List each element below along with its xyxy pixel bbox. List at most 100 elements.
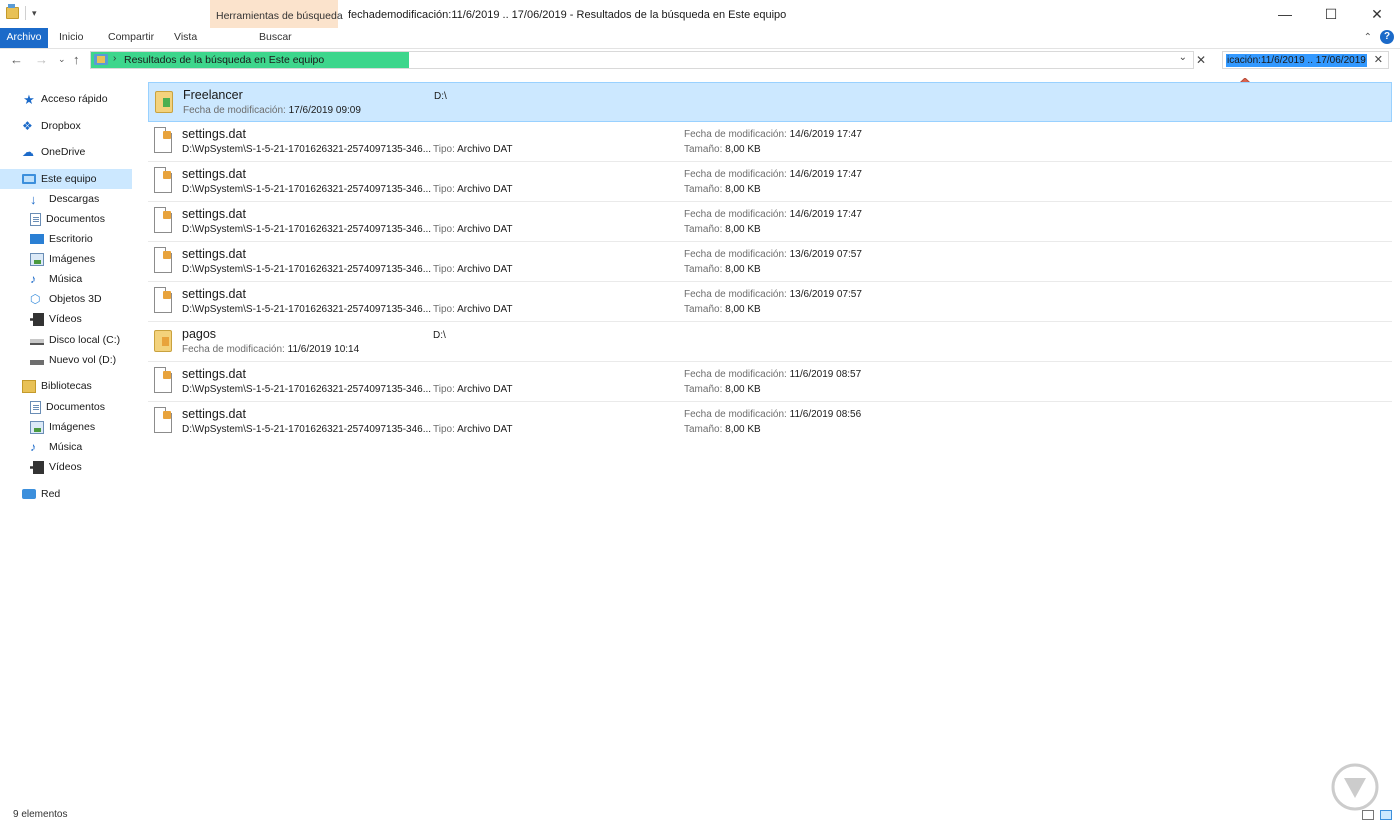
sidebar-item-documentos[interactable]: Documentos (0, 209, 132, 229)
sidebar-item-lib-videos[interactable]: Vídeos (0, 457, 132, 477)
sidebar-item-videos[interactable]: Vídeos (0, 309, 132, 329)
sidebar-item-descargas[interactable]: ↓ Descargas (0, 189, 132, 209)
sidebar-item-lib-imagenes[interactable]: Imágenes (0, 417, 132, 437)
sidebar-item-label: Vídeos (49, 313, 82, 325)
sidebar-item-lib-musica[interactable]: ♪ Música (0, 437, 132, 457)
sidebar-item-dropbox[interactable]: ❖ Dropbox (0, 116, 132, 136)
list-item[interactable]: settings.dat D:\WpSystem\S-1-5-21-170162… (148, 162, 1392, 202)
item-type: Tipo: Archivo DAT (433, 144, 513, 155)
list-item[interactable]: settings.dat D:\WpSystem\S-1-5-21-170162… (148, 362, 1392, 402)
breadcrumb[interactable]: Resultados de la búsqueda en Este equipo (124, 54, 324, 66)
item-name: settings.dat (182, 287, 246, 301)
forward-arrow-icon[interactable]: → (35, 52, 48, 67)
sidebar-item-label: OneDrive (41, 146, 86, 158)
address-bar[interactable]: › Resultados de la búsqueda en Este equi… (90, 51, 1194, 69)
large-icons-view-icon[interactable] (1380, 810, 1392, 820)
item-modified: Fecha de modificación: 14/6/2019 17:47 (684, 169, 862, 180)
item-location: D:\ (433, 330, 446, 341)
sidebar-item-label: Este equipo (41, 173, 97, 185)
sidebar-item-bibliotecas[interactable]: Bibliotecas (0, 376, 132, 396)
item-size: Tamaño: 8,00 KB (684, 264, 761, 275)
list-item[interactable]: settings.dat D:\WpSystem\S-1-5-21-170162… (148, 402, 1392, 442)
sidebar-item-label: Documentos (46, 401, 105, 413)
minimize-button[interactable]: — (1262, 0, 1308, 28)
ribbon-tabs: Archivo Inicio Compartir Vista Buscar ⌃ … (0, 28, 1400, 48)
collapse-ribbon-icon[interactable]: ⌃ (1364, 32, 1372, 43)
sidebar-item-red[interactable]: Red (0, 484, 132, 504)
back-arrow-icon[interactable]: ← (10, 52, 23, 67)
item-path: D:\WpSystem\S-1-5-21-1701626321-25740971… (182, 384, 432, 395)
item-type: Tipo: Archivo DAT (433, 304, 513, 315)
folder-icon[interactable] (6, 4, 19, 19)
item-name: Freelancer (183, 88, 243, 102)
dropbox-icon: ❖ (22, 118, 33, 133)
sidebar-item-objetos-3d[interactable]: ⬡ Objetos 3D (0, 289, 132, 309)
tab-vista[interactable]: Vista (174, 28, 197, 48)
sidebar-item-onedrive[interactable]: ☁ OneDrive (0, 142, 132, 162)
item-type: Tipo: Archivo DAT (433, 264, 513, 275)
sidebar-item-este-equipo[interactable]: Este equipo (0, 169, 132, 189)
computer-icon (22, 174, 36, 184)
item-path: D:\WpSystem\S-1-5-21-1701626321-25740971… (182, 424, 432, 435)
item-name: settings.dat (182, 127, 246, 141)
item-modified: Fecha de modificación: 14/6/2019 17:47 (684, 209, 862, 220)
music-icon: ♪ (30, 439, 36, 454)
recent-locations-icon[interactable]: ⌄ (58, 54, 66, 65)
up-arrow-icon[interactable]: ↑ (73, 52, 80, 67)
item-name: settings.dat (182, 247, 246, 261)
list-item[interactable]: settings.dat D:\WpSystem\S-1-5-21-170162… (148, 242, 1392, 282)
list-item[interactable]: settings.dat D:\WpSystem\S-1-5-21-170162… (148, 202, 1392, 242)
sidebar-item-disco-local-c[interactable]: Disco local (C:) (0, 330, 132, 350)
list-item[interactable]: Freelancer Fecha de modificación: 17/6/2… (148, 82, 1392, 122)
stop-search-icon[interactable]: ✕ (1196, 53, 1206, 67)
desktop-icon (30, 234, 44, 244)
sidebar-item-label: Objetos 3D (49, 293, 102, 305)
folder-icon (154, 330, 172, 352)
navigation-bar: ← → ⌄ ↑ › Resultados de la búsqueda en E… (0, 49, 1400, 73)
tab-inicio[interactable]: Inicio (59, 28, 84, 48)
sidebar-item-acceso-rapido[interactable]: ★ Acceso rápido (0, 89, 132, 109)
tab-compartir[interactable]: Compartir (108, 28, 154, 48)
sidebar-item-label: Música (49, 273, 83, 285)
item-modified: Fecha de modificación: 13/6/2019 07:57 (684, 289, 862, 300)
sidebar-item-imagenes[interactable]: Imágenes (0, 249, 132, 269)
dat-file-icon (154, 207, 172, 233)
list-item[interactable]: settings.dat D:\WpSystem\S-1-5-21-170162… (148, 282, 1392, 322)
status-bar: 9 elementos (0, 806, 1400, 824)
window-title: fechademodificación:11/6/2019 .. 17/06/2… (348, 9, 787, 21)
sidebar-item-musica[interactable]: ♪ Música (0, 269, 132, 289)
maximize-button[interactable]: ☐ (1308, 0, 1354, 28)
tab-archivo[interactable]: Archivo (0, 28, 48, 48)
item-path: D:\WpSystem\S-1-5-21-1701626321-25740971… (182, 144, 432, 155)
search-query-text[interactable]: icación:11/6/2019 .. 17/06/2019 (1226, 54, 1367, 67)
item-type: Tipo: Archivo DAT (433, 224, 513, 235)
tab-buscar[interactable]: Buscar (259, 28, 292, 48)
item-count: 9 elementos (13, 809, 68, 820)
download-icon: ↓ (30, 191, 37, 207)
item-size: Tamaño: 8,00 KB (684, 424, 761, 435)
sidebar-item-label: Acceso rápido (41, 93, 108, 105)
item-path: D:\WpSystem\S-1-5-21-1701626321-25740971… (182, 224, 432, 235)
sidebar-item-lib-documentos[interactable]: Documentos (0, 397, 132, 417)
list-item[interactable]: pagos Fecha de modificación: 11/6/2019 1… (148, 322, 1392, 362)
item-name: settings.dat (182, 367, 246, 381)
clear-search-icon[interactable]: ✕ (1374, 53, 1383, 66)
music-icon: ♪ (30, 271, 36, 286)
sidebar-item-nuevo-vol-d[interactable]: Nuevo vol (D:) (0, 350, 132, 370)
cloud-icon: ☁ (22, 144, 34, 159)
list-item[interactable]: settings.dat D:\WpSystem\S-1-5-21-170162… (148, 122, 1392, 162)
help-icon[interactable]: ? (1380, 30, 1394, 44)
sidebar-item-escritorio[interactable]: Escritorio (0, 229, 132, 249)
close-button[interactable]: ✕ (1354, 0, 1400, 28)
local-disk-icon (30, 339, 44, 345)
details-view-icon[interactable] (1362, 810, 1374, 820)
search-input[interactable]: icación:11/6/2019 .. 17/06/2019 ✕ (1222, 51, 1389, 69)
ribbon-right-controls: ⌃ ? (1364, 30, 1394, 44)
dat-file-icon (154, 167, 172, 193)
breadcrumb-chevron-icon[interactable]: › (113, 53, 116, 64)
item-modified: Fecha de modificación: 11/6/2019 08:57 (684, 369, 862, 380)
drive-icon (30, 360, 44, 365)
address-dropdown-icon[interactable]: ⌄ (1179, 52, 1187, 63)
item-name: settings.dat (182, 167, 246, 181)
customize-toolbar-icon[interactable]: ▾ (32, 8, 37, 19)
